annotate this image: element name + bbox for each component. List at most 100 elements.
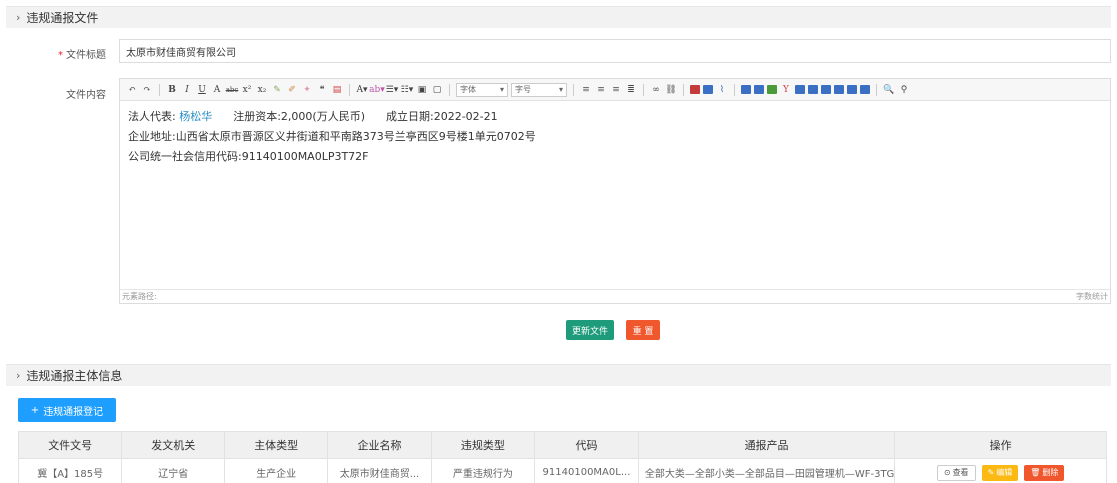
cell-subject-type: 生产企业 — [224, 458, 329, 483]
cell-product: 全部大类—全部小类—全部品目—田园管理机—WF-3TG — [637, 458, 896, 483]
attachment-icon[interactable]: ⌇ — [716, 84, 728, 96]
paste-text-icon[interactable]: ▤ — [331, 84, 343, 96]
merge-cells-icon[interactable] — [795, 85, 805, 94]
bold-icon[interactable]: B — [166, 84, 178, 96]
eye-icon: ⊙ — [943, 468, 951, 477]
insert-table-icon[interactable] — [741, 85, 751, 94]
preview-icon[interactable]: 🔍 — [883, 84, 895, 96]
toolbar-divider — [349, 83, 350, 96]
chevron-right-icon: › — [16, 11, 21, 24]
cell-doc-no: 冀【A】185号 — [17, 458, 123, 483]
redo-icon[interactable]: ↷ — [141, 84, 153, 96]
cell-props-icon[interactable] — [847, 85, 857, 94]
superscript-icon[interactable]: x² — [241, 84, 253, 96]
auto-format-icon[interactable]: ✦ — [301, 84, 313, 96]
underline-icon[interactable]: U — [196, 84, 208, 96]
undo-icon[interactable]: ↶ — [126, 84, 138, 96]
cell-company: 太原市财佳商贸... — [327, 458, 432, 483]
unlink-icon[interactable]: ⛓ — [665, 84, 677, 96]
update-file-button[interactable]: 更新文件 — [566, 320, 614, 340]
align-right-icon[interactable]: ≡ — [610, 84, 622, 96]
reset-button[interactable]: 重 置 — [626, 320, 660, 340]
chevron-down-icon: ▾ — [499, 85, 504, 94]
plus-icon: + — [30, 404, 40, 416]
trash-icon: 🗑 — [1030, 468, 1041, 477]
font-color-icon[interactable]: A▾ — [356, 84, 368, 96]
image-icon[interactable] — [690, 85, 700, 94]
col-header[interactable]: 违规类型 — [430, 431, 536, 459]
add-report-button[interactable]: + 违规通报登记 — [18, 398, 116, 422]
delete-table-icon[interactable] — [860, 85, 870, 94]
ordered-list-icon[interactable]: ☰▾ — [386, 84, 399, 96]
rich-text-editor[interactable]: ↶ ↷ B I U A abc x² x₂ ✎ ✐ ✦ ❝ ▤ A▾ ab▾ ☰… — [119, 78, 1111, 304]
video-icon[interactable] — [703, 85, 713, 94]
toolbar-divider — [876, 83, 877, 96]
section-header-file[interactable]: › 违规通报文件 — [6, 6, 1111, 28]
view-button[interactable]: ⊙ 查看 — [936, 464, 976, 481]
editor-content[interactable]: 法人代表: 杨松华 注册资本:2,000(万人民币) 成立日期:2022-02-… — [128, 107, 1102, 167]
toolbar-divider — [643, 83, 644, 96]
link-icon[interactable]: ∞ — [650, 84, 662, 96]
align-left-icon[interactable]: ≡ — [580, 84, 592, 96]
title-input[interactable] — [119, 39, 1111, 63]
clear-doc-icon[interactable]: ▢ — [431, 84, 443, 96]
editor-toolbar: ↶ ↷ B I U A abc x² x₂ ✎ ✐ ✦ ❝ ▤ A▾ ab▾ ☰… — [120, 79, 1110, 101]
editor-line-credit: 公司统一社会信用代码:91140100MA0LP3T72F — [128, 150, 369, 163]
capital-text: 注册资本:2,000(万人民币) — [233, 110, 365, 123]
font-size-select[interactable]: 字号 ▾ — [511, 82, 567, 97]
align-center-icon[interactable]: ≡ — [595, 84, 607, 96]
format-brush-icon[interactable]: ✎ — [271, 84, 283, 96]
table-row[interactable]: 冀【A】185号 辽宁省 生产企业 太原市财佳商贸... 严重违规行为 9114… — [17, 458, 1107, 483]
col-header[interactable]: 文件文号 — [17, 431, 123, 459]
highlight-color-icon[interactable]: ab▾ — [369, 84, 385, 96]
border-icon[interactable]: A — [211, 84, 223, 96]
chevron-down-icon: ▾ — [558, 85, 563, 94]
editor-line-rep: 法人代表: 杨松华 注册资本:2,000(万人民币) 成立日期:2022-02-… — [128, 110, 498, 123]
cell-actions: ⊙ 查看 ✎ 编辑 🗑 删除 — [894, 458, 1107, 483]
col-header[interactable]: 操作 — [894, 431, 1107, 459]
col-header[interactable]: 主体类型 — [224, 431, 329, 459]
section-header-subject[interactable]: › 违规通报主体信息 — [6, 364, 1111, 386]
cell-violation: 严重违规行为 — [430, 458, 536, 483]
italic-icon[interactable]: I — [181, 84, 193, 96]
quote-icon[interactable]: ❝ — [316, 84, 328, 96]
insert-row-icon[interactable] — [754, 85, 764, 94]
toolbar-divider — [683, 83, 684, 96]
subscript-icon[interactable]: x₂ — [256, 84, 268, 96]
align-justify-icon[interactable]: ≣ — [625, 84, 637, 96]
editor-status-bar: 元素路径: 字数统计 — [120, 289, 1110, 303]
title-label: * 文件标题 — [58, 50, 106, 61]
delete-col-icon[interactable] — [821, 85, 831, 94]
col-header[interactable]: 发文机关 — [121, 431, 226, 459]
table-props-icon[interactable] — [834, 85, 844, 94]
row-actions: ⊙ 查看 ✎ 编辑 🗑 删除 — [896, 464, 1106, 481]
section-title: 违规通报主体信息 — [26, 369, 123, 383]
delete-button[interactable]: 🗑 删除 — [1024, 464, 1065, 481]
strikethrough-icon[interactable]: abc — [226, 84, 239, 96]
clear-format-icon[interactable]: ✐ — [286, 84, 298, 96]
editor-line-address: 企业地址:山西省太原市晋源区义井街道和平南路373号兰亭西区9号楼1单元0702… — [128, 130, 536, 143]
col-header[interactable]: 代码 — [534, 431, 639, 459]
element-path: 元素路径: — [122, 292, 157, 301]
rep-name: 杨松华 — [179, 110, 213, 123]
chevron-right-icon: › — [16, 369, 21, 382]
toolbar-divider — [573, 83, 574, 96]
split-cell-icon[interactable]: Y — [780, 84, 792, 96]
find-replace-icon[interactable]: ⚲ — [898, 84, 910, 96]
select-all-icon[interactable]: ▣ — [416, 84, 428, 96]
toolbar-divider — [449, 83, 450, 96]
font-family-select[interactable]: 字体 ▾ — [456, 82, 508, 97]
pencil-icon: ✎ — [987, 468, 995, 477]
col-header[interactable]: 通报产品 — [637, 431, 896, 459]
unordered-list-icon[interactable]: ☷▾ — [401, 84, 414, 96]
delete-row-icon[interactable] — [808, 85, 818, 94]
word-count: 字数统计 — [1076, 292, 1108, 301]
cell-authority: 辽宁省 — [121, 458, 226, 483]
cell-code: 91140100MA0L... — [534, 458, 639, 483]
date-text: 成立日期:2022-02-21 — [386, 110, 498, 123]
edit-button[interactable]: ✎ 编辑 — [981, 464, 1019, 481]
subject-table: 文件文号 发文机关 主体类型 企业名称 违规类型 代码 通报产品 操作 冀【A】… — [17, 431, 1107, 483]
insert-col-icon[interactable] — [767, 85, 777, 94]
col-header[interactable]: 企业名称 — [327, 431, 432, 459]
toolbar-divider — [734, 83, 735, 96]
